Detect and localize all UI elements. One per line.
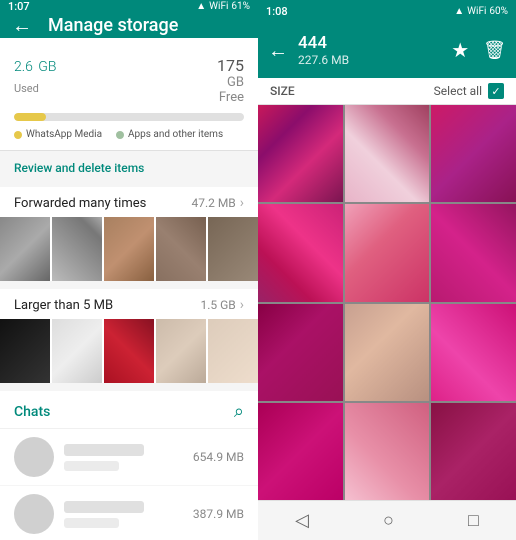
chat-info-2 [64, 501, 183, 528]
legend-dot-whatsapp [14, 131, 22, 139]
larger-label: Larger than 5 MB [14, 298, 113, 313]
media-grid [258, 105, 516, 500]
review-title: Review and delete items [14, 161, 244, 175]
page-title: Manage storage [48, 15, 178, 36]
storage-legend: WhatsApp Media Apps and other items [14, 129, 244, 140]
thumb-5 [208, 217, 258, 281]
storage-summary: 2.6 GB Used 175 GB Free WhatsApp Media [0, 38, 258, 151]
thumb-l4 [156, 319, 206, 383]
larger-item[interactable]: Larger than 5 MB 1.5 GB › [0, 289, 258, 383]
used-storage: 2.6 GB Used [14, 52, 56, 96]
storage-bar-fill [14, 113, 46, 121]
chat-avatar-2 [14, 494, 54, 534]
review-section: Review and delete items [0, 151, 258, 187]
star-button[interactable]: ★ [451, 38, 469, 62]
forwarded-thumbnails [0, 217, 258, 281]
search-icon[interactable]: ⌕ [234, 401, 244, 422]
nav-home-right[interactable]: ○ [383, 510, 394, 531]
media-cell-12[interactable] [431, 403, 516, 500]
larger-size: 1.5 GB › [201, 297, 245, 313]
media-cell-3[interactable] [431, 105, 516, 202]
thumb-4 [156, 217, 206, 281]
chats-section: Chats ⌕ 654.9 MB 387.9 MB [0, 391, 258, 540]
media-cell-6[interactable] [431, 204, 516, 301]
chats-title: Chats [14, 404, 50, 420]
chevron-icon-2: › [240, 297, 244, 313]
chat-name-bar-2 [64, 501, 144, 513]
left-panel: 1:07 ▲ WiFi 61% ← Manage storage 2.6 GB … [0, 0, 258, 540]
status-icons-right: ▲ WiFi 60% [454, 6, 508, 17]
chat-item-2[interactable]: 387.9 MB [0, 486, 258, 540]
select-all-label: Select all [434, 84, 482, 98]
thumb-1 [0, 217, 50, 281]
wifi-icon-right: WiFi [467, 6, 486, 17]
media-cell-11[interactable] [345, 403, 430, 500]
status-icons-left: ▲ WiFi 61% [196, 1, 250, 12]
chevron-icon-1: › [240, 195, 244, 211]
signal-icon-right: ▲ [454, 6, 464, 17]
legend-dot-apps [116, 131, 124, 139]
media-cell-5[interactable] [345, 204, 430, 301]
wifi-icon-left: WiFi [209, 1, 228, 12]
top-bar-left: ← Manage storage [0, 13, 258, 38]
battery-icon-right: 60% [489, 6, 508, 17]
size-label: SIZE [270, 84, 295, 98]
media-cell-9[interactable] [431, 304, 516, 401]
thumb-l2 [52, 319, 102, 383]
legend-whatsapp: WhatsApp Media [14, 129, 102, 140]
back-button-left[interactable]: ← [12, 13, 32, 38]
nav-recent-right[interactable]: □ [468, 510, 479, 531]
media-controls: SIZE Select all [258, 78, 516, 105]
thumb-2 [52, 217, 102, 281]
select-all-control[interactable]: Select all [434, 83, 504, 99]
contact-size: 227.6 MB [298, 53, 441, 67]
media-cell-2[interactable] [345, 105, 430, 202]
top-bar-right: ← 444 227.6 MB ★ 🗑 [258, 22, 516, 78]
signal-icon-left: ▲ [196, 1, 206, 12]
media-cell-1[interactable] [258, 105, 343, 202]
thumb-3 [104, 217, 154, 281]
forwarded-header: Forwarded many times 47.2 MB › [0, 187, 258, 217]
chat-size-2: 387.9 MB [193, 507, 244, 521]
right-panel: 1:08 ▲ WiFi 60% ← 444 227.6 MB ★ 🗑 SIZE … [258, 0, 516, 540]
chat-size-1: 654.9 MB [193, 450, 244, 464]
thumb-l1 [0, 319, 50, 383]
media-cell-10[interactable] [258, 403, 343, 500]
top-actions: ★ 🗑 [451, 38, 506, 62]
storage-bar [14, 113, 244, 121]
forwarded-size: 47.2 MB › [191, 195, 244, 211]
thumb-l5 [208, 319, 258, 383]
legend-apps: Apps and other items [116, 129, 223, 140]
media-cell-4[interactable] [258, 204, 343, 301]
chat-name-bar-1 [64, 444, 144, 456]
time-left: 1:07 [8, 0, 30, 13]
chats-header: Chats ⌕ [0, 391, 258, 429]
larger-thumbnails [0, 319, 258, 383]
nav-bar-right: ◁ ○ □ [258, 500, 516, 540]
time-right: 1:08 [266, 5, 288, 18]
chat-info-1 [64, 444, 183, 471]
storage-numbers: 2.6 GB Used 175 GB Free [14, 52, 244, 105]
chat-item-1[interactable]: 654.9 MB [0, 429, 258, 486]
forwarded-item[interactable]: Forwarded many times 47.2 MB › [0, 187, 258, 281]
battery-icon-left: 61% [231, 1, 250, 12]
contact-name: 444 [298, 33, 441, 53]
chat-sub-bar-1 [64, 461, 119, 471]
contact-info: 444 227.6 MB [298, 33, 441, 67]
status-bar-right: 1:08 ▲ WiFi 60% [258, 0, 516, 22]
chat-sub-bar-2 [64, 518, 119, 528]
back-button-right[interactable]: ← [268, 38, 288, 63]
status-bar-left: 1:07 ▲ WiFi 61% [0, 0, 258, 13]
delete-button[interactable]: 🗑 [483, 40, 506, 61]
nav-back-right[interactable]: ◁ [295, 510, 309, 531]
select-all-checkbox[interactable] [488, 83, 504, 99]
forwarded-label: Forwarded many times [14, 196, 146, 211]
chat-avatar-1 [14, 437, 54, 477]
larger-header: Larger than 5 MB 1.5 GB › [0, 289, 258, 319]
free-storage: 175 GB Free [217, 56, 244, 105]
thumb-l3 [104, 319, 154, 383]
media-cell-8[interactable] [345, 304, 430, 401]
media-cell-7[interactable] [258, 304, 343, 401]
